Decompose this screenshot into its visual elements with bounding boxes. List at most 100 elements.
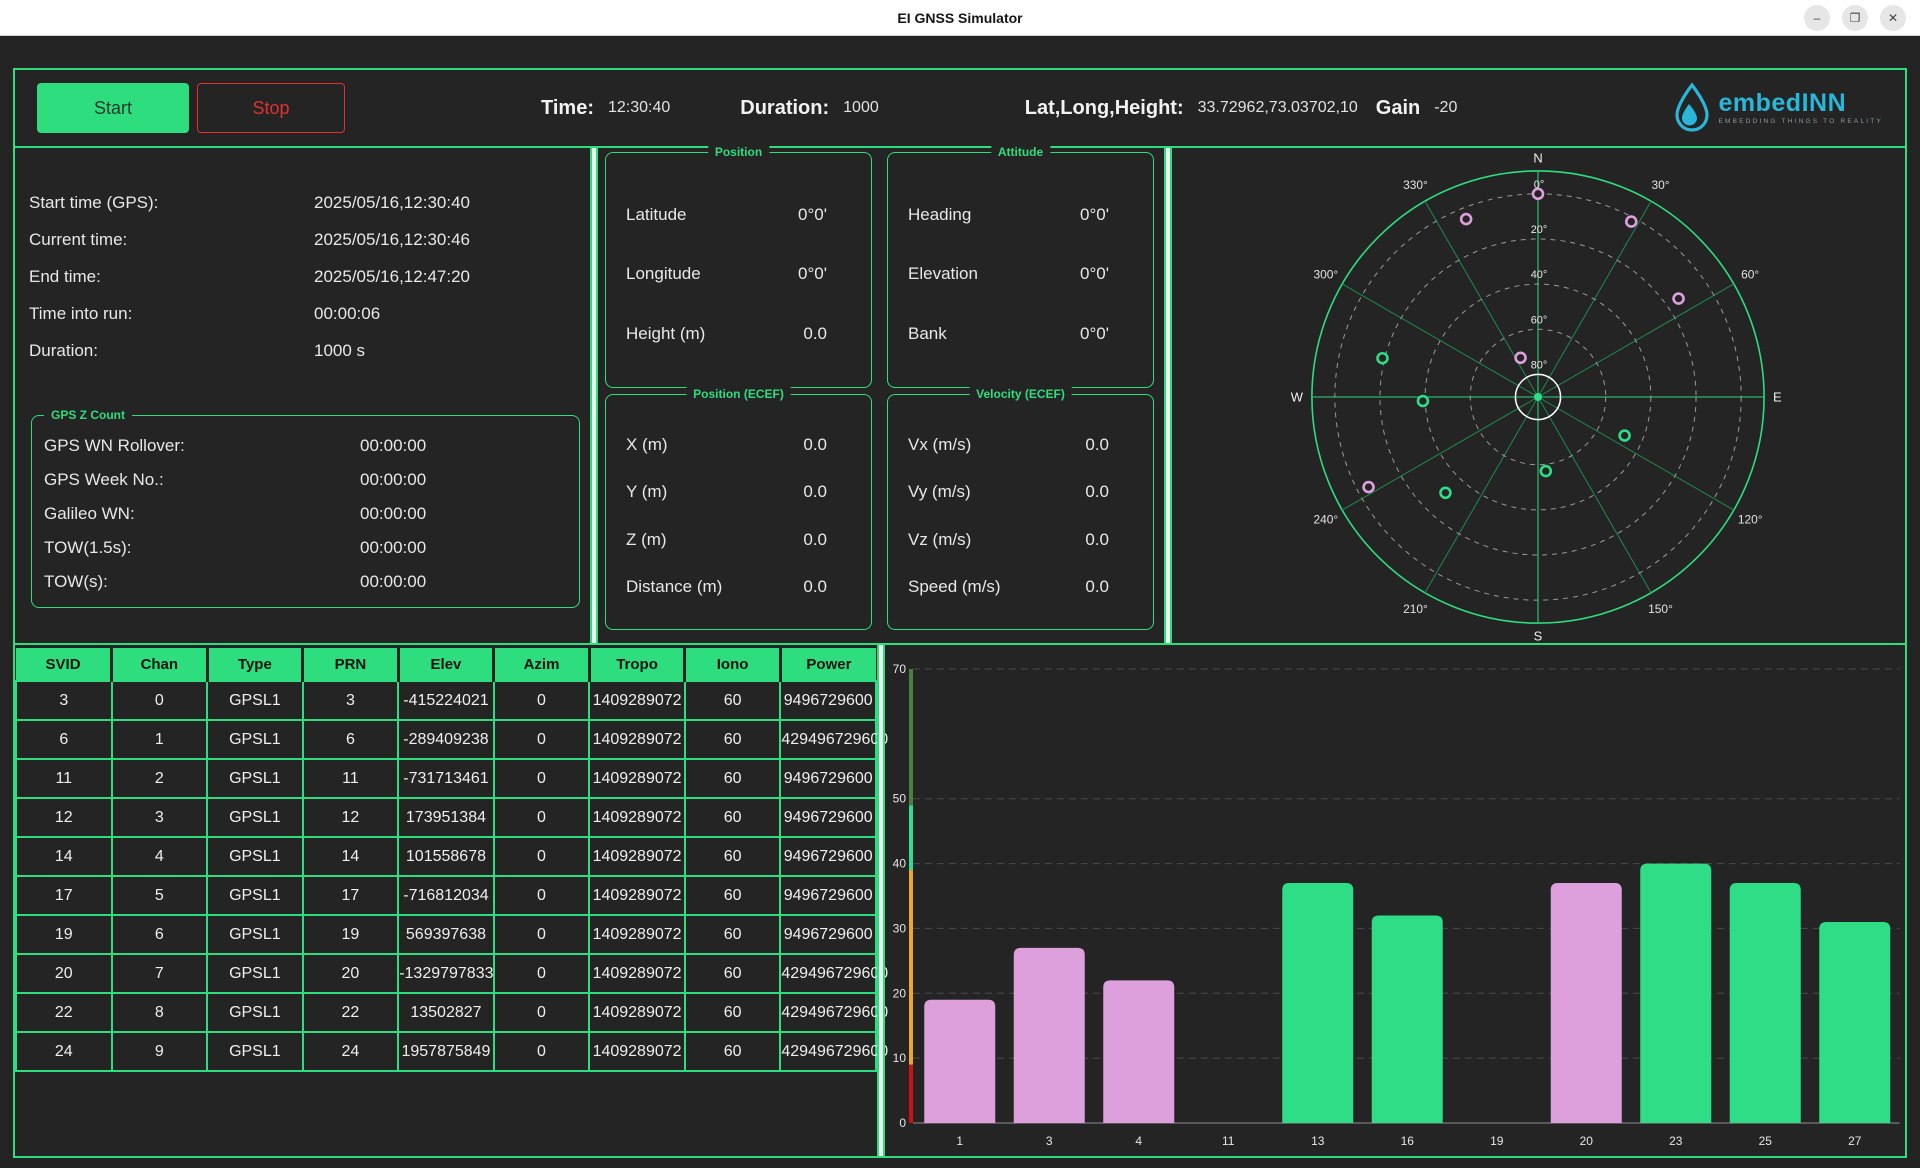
cell-iono: 60 [685, 720, 781, 759]
cell-svid: 14 [16, 837, 112, 876]
gps-z-count-row: TOW(1.5s):00:00:00 [44, 531, 573, 565]
start-button[interactable]: Start [37, 83, 189, 133]
satellite-marker [1377, 353, 1387, 363]
cell-tropo: 1409289072 [589, 681, 685, 720]
bar [924, 1000, 995, 1123]
satellite-marker [1620, 431, 1630, 441]
cell-chan: 3 [112, 798, 208, 837]
group-attitude-label: Elevation [908, 264, 978, 284]
x-tick-label: 13 [1311, 1134, 1325, 1148]
group-velocity-ecef-value: 0.0 [1085, 530, 1153, 550]
main-row: Start time (GPS):2025/05/16,12:30:40Curr… [15, 148, 1905, 645]
gps-z-count-row: GPS WN Rollover:00:00:00 [44, 429, 573, 463]
splitter-bottom[interactable] [877, 645, 885, 1156]
run-info-row: Current time:2025/05/16,12:30:46 [29, 221, 584, 258]
group-attitude-value: 0°0' [1080, 264, 1153, 284]
cell-azim: 0 [494, 876, 590, 915]
table-row[interactable]: 61GPSL16-2894092380140928907260429496729… [16, 720, 876, 759]
satellite-marker [1626, 217, 1636, 227]
group-position-ecef-label: Y (m) [626, 482, 667, 502]
gps-z-count-value: 00:00:00 [360, 470, 426, 489]
table-row[interactable]: 175GPSL117-71681203401409289072609496729… [16, 876, 876, 915]
cell-azim: 0 [494, 798, 590, 837]
table-row[interactable]: 207GPSL120-13297978330140928907260429496… [16, 954, 876, 993]
cell-azim: 0 [494, 954, 590, 993]
satellite-marker [1364, 482, 1374, 492]
cell-prn: 14 [303, 837, 399, 876]
x-tick-label: 4 [1135, 1134, 1142, 1148]
group-position-ecef: Position (ECEF)X (m)0.0Y (m)0.0Z (m)0.0D… [605, 394, 872, 630]
col-header-azim[interactable]: Azim [494, 648, 590, 681]
col-header-svid[interactable]: SVID [16, 648, 112, 681]
col-header-power[interactable]: Power [780, 648, 876, 681]
gain-value: -20 [1434, 99, 1457, 117]
minimize-button[interactable]: – [1804, 5, 1830, 31]
run-info-label: End time: [29, 258, 314, 295]
compass-south: S [1534, 629, 1543, 643]
satellite-marker [1674, 294, 1684, 304]
gps-z-count-row: TOW(s):00:00:00 [44, 565, 573, 599]
col-header-type[interactable]: Type [207, 648, 303, 681]
cell-prn: 20 [303, 954, 399, 993]
run-info-row: Start time (GPS):2025/05/16,12:30:40 [29, 184, 584, 221]
cell-tropo: 1409289072 [589, 1032, 685, 1071]
run-info-rows: Start time (GPS):2025/05/16,12:30:40Curr… [29, 184, 584, 369]
table-row[interactable]: 112GPSL111-73171346101409289072609496729… [16, 759, 876, 798]
cell-power: 9496729600 [780, 837, 876, 876]
logo-tagline: EMBEDDING THINGS TO REALITY [1718, 119, 1883, 126]
cell-iono: 60 [685, 915, 781, 954]
azimuth-label: 150° [1648, 602, 1673, 616]
y-axis-spine-segment [909, 870, 913, 1065]
power-bar-chart: 01020304050701341113161920232527 [885, 645, 1905, 1156]
close-button[interactable]: ✕ [1880, 5, 1906, 31]
x-tick-label: 20 [1580, 1134, 1594, 1148]
cell-svid: 19 [16, 915, 112, 954]
cell-tropo: 1409289072 [589, 759, 685, 798]
azimuth-spoke [1538, 397, 1651, 593]
splitter-mid[interactable] [1164, 148, 1172, 643]
x-tick-label: 25 [1759, 1134, 1773, 1148]
cell-type: GPSL1 [207, 876, 303, 915]
run-info-label: Time into run: [29, 295, 314, 332]
col-header-prn[interactable]: PRN [303, 648, 399, 681]
y-tick-label: 0 [899, 1116, 906, 1130]
table-row[interactable]: 30GPSL13-4152240210140928907260949672960… [16, 681, 876, 720]
run-info-row: Time into run:00:00:06 [29, 295, 584, 332]
satellite-marker [1516, 353, 1526, 363]
splitter-left[interactable] [590, 148, 598, 643]
cell-prn: 19 [303, 915, 399, 954]
x-tick-label: 3 [1046, 1134, 1053, 1148]
cell-type: GPSL1 [207, 915, 303, 954]
stop-button[interactable]: Stop [197, 83, 345, 133]
cell-elev: 569397638 [398, 915, 494, 954]
table-row[interactable]: 123GPSL112173951384014092890726094967296… [16, 798, 876, 837]
cell-svid: 22 [16, 993, 112, 1032]
y-tick-label: 40 [893, 857, 907, 871]
cell-svid: 3 [16, 681, 112, 720]
group-position-ecef-value: 0.0 [803, 577, 871, 597]
maximize-button[interactable]: ❐ [1842, 5, 1868, 31]
cell-tropo: 1409289072 [589, 720, 685, 759]
group-velocity-ecef: Velocity (ECEF)Vx (m/s)0.0Vy (m/s)0.0Vz … [887, 394, 1154, 630]
x-tick-label: 1 [956, 1134, 963, 1148]
run-info-value: 1000 s [314, 341, 365, 360]
cell-elev: -1329797833 [398, 954, 494, 993]
col-header-tropo[interactable]: Tropo [589, 648, 685, 681]
table-row[interactable]: 144GPSL114101558678014092890726094967296… [16, 837, 876, 876]
x-tick-label: 19 [1490, 1134, 1504, 1148]
cell-prn: 3 [303, 681, 399, 720]
col-header-elev[interactable]: Elev [398, 648, 494, 681]
col-header-iono[interactable]: Iono [685, 648, 781, 681]
satellite-table-header: SVIDChanTypePRNElevAzimTropoIonoPower [16, 648, 876, 681]
y-axis-spine-segment [909, 669, 913, 805]
group-position: PositionLatitude0°0'Longitude0°0'Height … [605, 152, 872, 388]
satellite-marker [1461, 214, 1471, 224]
group-position-row: Height (m)0.0 [626, 324, 871, 344]
table-row[interactable]: 196GPSL119569397638014092890726094967296… [16, 915, 876, 954]
compass-north: N [1533, 150, 1542, 165]
cell-azim: 0 [494, 759, 590, 798]
table-row[interactable]: 228GPSL122135028270140928907260429496729… [16, 993, 876, 1032]
cell-tropo: 1409289072 [589, 993, 685, 1032]
col-header-chan[interactable]: Chan [112, 648, 208, 681]
table-row[interactable]: 249GPSL124195787584901409289072604294967… [16, 1032, 876, 1071]
